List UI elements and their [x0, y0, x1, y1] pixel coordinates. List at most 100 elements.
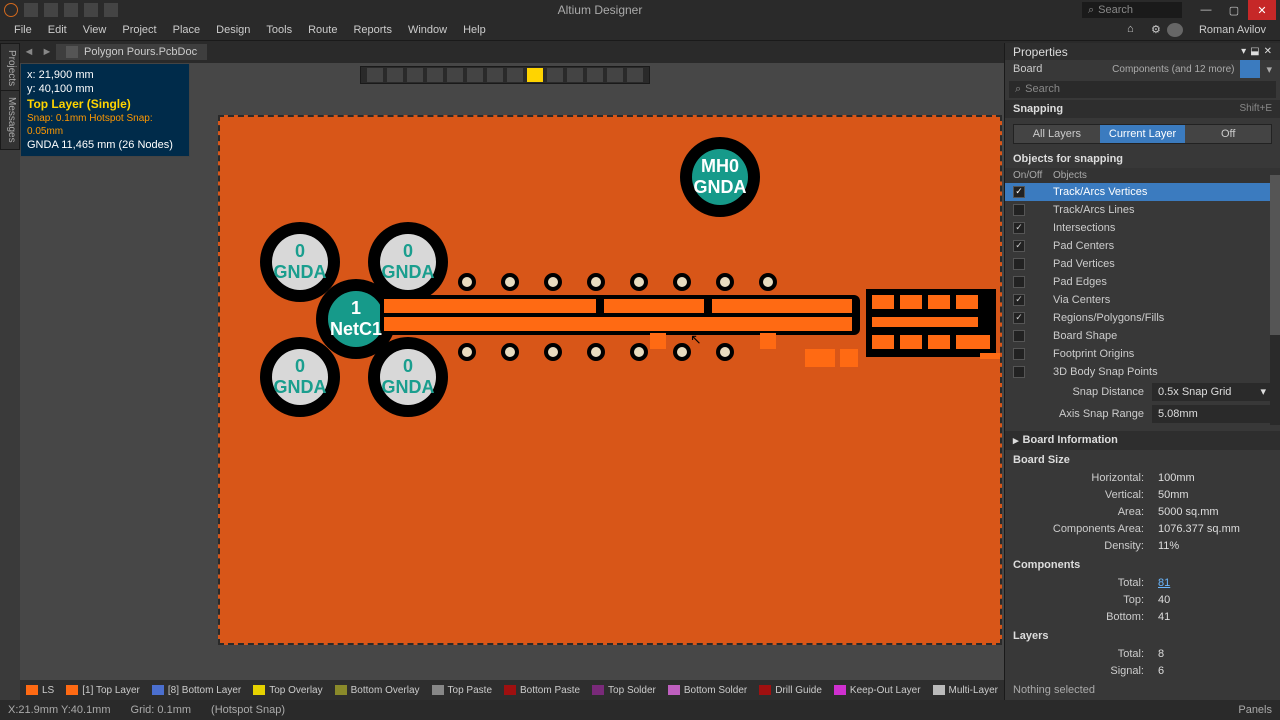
select-rect-icon[interactable]	[427, 68, 443, 82]
checkbox[interactable]	[1013, 312, 1025, 324]
layer-tab[interactable]: Bottom Solder	[668, 685, 747, 696]
layer-tab[interactable]: [1] Top Layer	[66, 685, 140, 696]
checkbox[interactable]	[1013, 222, 1025, 234]
via[interactable]	[544, 343, 562, 361]
scrollbar[interactable]	[1270, 175, 1280, 425]
new-icon[interactable]	[24, 3, 38, 17]
text-icon[interactable]	[607, 68, 623, 82]
scrollbar-thumb[interactable]	[1270, 175, 1280, 335]
menu-tools[interactable]: Tools	[258, 24, 300, 36]
filter-funnel-button[interactable]	[1240, 60, 1260, 78]
filter-icon[interactable]	[367, 68, 383, 82]
tab-next-button[interactable]: ►	[38, 46, 56, 58]
checkbox[interactable]	[1013, 366, 1025, 378]
track-stub[interactable]	[760, 333, 776, 349]
pin-icon[interactable]: ⬓	[1250, 46, 1259, 57]
checkbox[interactable]	[1013, 240, 1025, 252]
layer-tab[interactable]: Bottom Paste	[504, 685, 580, 696]
snap-distance-select[interactable]: 0.5x Snap Grid▾	[1152, 383, 1272, 401]
conn-pin[interactable]	[956, 335, 990, 349]
conn-pin[interactable]	[900, 335, 922, 349]
fill-icon[interactable]	[467, 68, 483, 82]
layer-tab[interactable]: LS	[26, 685, 54, 696]
undo-icon[interactable]	[104, 3, 118, 17]
projects-panel-tab[interactable]: Projects	[0, 43, 20, 93]
layer-tab[interactable]: Multi-Layer	[933, 685, 998, 696]
layer-tab[interactable]: Keep-Out Layer	[834, 685, 921, 696]
save-icon[interactable]	[44, 3, 58, 17]
align-icon[interactable]	[447, 68, 463, 82]
maximize-button[interactable]: ▢	[1220, 0, 1248, 20]
chevron-down-icon[interactable]: ▾	[1266, 63, 1272, 76]
menu-reports[interactable]: Reports	[345, 24, 400, 36]
track-stub[interactable]	[650, 333, 666, 349]
close-panel-icon[interactable]: ✕	[1264, 46, 1272, 57]
layer-tab[interactable]: [8] Bottom Layer	[152, 685, 241, 696]
minimize-button[interactable]: —	[1192, 0, 1220, 20]
wave-icon[interactable]	[507, 68, 523, 82]
snap-object-row[interactable]: Footprint Origins	[1005, 345, 1280, 363]
conn-pin[interactable]	[872, 295, 894, 309]
via[interactable]	[673, 343, 691, 361]
snapping-section-header[interactable]: Snapping Shift+E	[1005, 100, 1280, 118]
move-icon[interactable]	[387, 68, 403, 82]
gear-icon[interactable]: ⚙	[1143, 23, 1159, 37]
pcb-board[interactable]: MH0 GNDA 0GNDA 0GNDA 0GNDA 0GNDA 1NetC1	[218, 115, 1002, 645]
menu-project[interactable]: Project	[114, 24, 164, 36]
layer-tab[interactable]: Drill Guide	[759, 685, 822, 696]
dimension-icon[interactable]	[587, 68, 603, 82]
board-info-header[interactable]: ▸ Board Information	[1005, 431, 1280, 450]
snap-object-row[interactable]: Pad Centers	[1005, 237, 1280, 255]
track-segment[interactable]	[384, 299, 596, 313]
conn-pin[interactable]	[872, 335, 894, 349]
via[interactable]	[587, 343, 605, 361]
global-search-input[interactable]: ⌕ Search	[1082, 2, 1182, 18]
snap-object-row[interactable]: Board Shape	[1005, 327, 1280, 345]
snap-object-row[interactable]: Intersections	[1005, 219, 1280, 237]
add-icon[interactable]	[407, 68, 423, 82]
conn-pin[interactable]	[956, 295, 978, 309]
menu-help[interactable]: Help	[455, 24, 494, 36]
snap-object-row[interactable]: Pad Edges	[1005, 273, 1280, 291]
seg-all-layers[interactable]: All Layers	[1014, 125, 1100, 143]
conn-pin[interactable]	[928, 295, 950, 309]
checkbox[interactable]	[1013, 330, 1025, 342]
track-segment[interactable]	[604, 299, 704, 313]
close-button[interactable]: ✕	[1248, 0, 1276, 20]
prop-value[interactable]: 81	[1152, 574, 1272, 592]
snap-object-row[interactable]: 3D Body Snap Points	[1005, 363, 1280, 381]
via[interactable]	[673, 273, 691, 291]
checkbox[interactable]	[1013, 348, 1025, 360]
track-segment[interactable]	[712, 299, 852, 313]
conn-pin[interactable]	[900, 295, 922, 309]
snap-object-row[interactable]: Regions/Polygons/Fills	[1005, 309, 1280, 327]
layer-tab[interactable]: Top Solder	[592, 685, 656, 696]
via[interactable]	[759, 273, 777, 291]
menu-file[interactable]: File	[6, 24, 40, 36]
folder-icon[interactable]	[84, 3, 98, 17]
user-avatar-icon[interactable]	[1167, 23, 1183, 37]
equals-icon[interactable]	[487, 68, 503, 82]
menu-place[interactable]: Place	[165, 24, 209, 36]
layer-tab[interactable]: Top Paste	[432, 685, 492, 696]
via[interactable]	[501, 273, 519, 291]
via[interactable]	[458, 273, 476, 291]
conn-trace[interactable]	[980, 353, 1002, 359]
highlight-icon[interactable]	[527, 68, 543, 82]
layer-tab[interactable]: Top Overlay	[253, 685, 322, 696]
menu-window[interactable]: Window	[400, 24, 455, 36]
tab-prev-button[interactable]: ◄	[20, 46, 38, 58]
track-segment[interactable]	[384, 317, 852, 331]
menu-edit[interactable]: Edit	[40, 24, 75, 36]
checkbox[interactable]	[1013, 294, 1025, 306]
via[interactable]	[716, 343, 734, 361]
pin-icon[interactable]: ▾	[1241, 46, 1246, 57]
via[interactable]	[544, 273, 562, 291]
checkbox[interactable]	[1013, 276, 1025, 288]
conn-pad[interactable]	[840, 349, 858, 367]
via[interactable]	[716, 273, 734, 291]
via[interactable]	[587, 273, 605, 291]
open-icon[interactable]	[64, 3, 78, 17]
checkbox[interactable]	[1013, 204, 1025, 216]
conn-pin[interactable]	[928, 335, 950, 349]
